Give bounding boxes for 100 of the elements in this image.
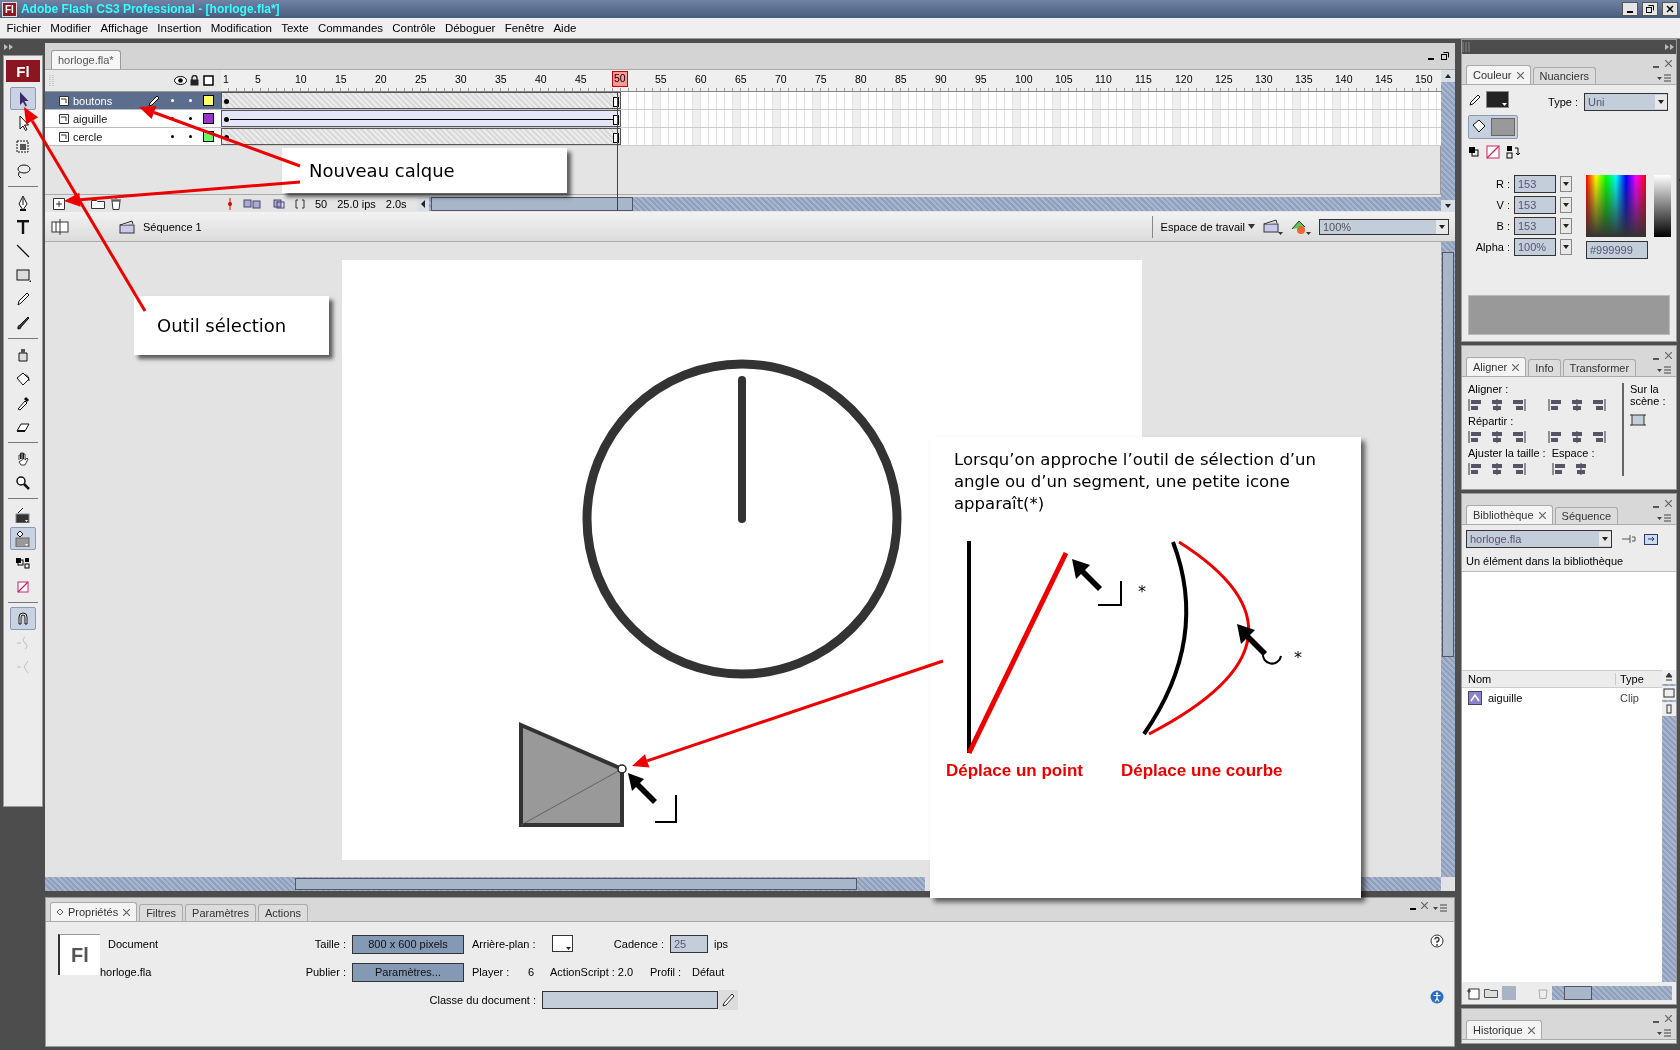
distribute-icon[interactable] — [1489, 430, 1505, 444]
folder-icon[interactable] — [1484, 987, 1498, 999]
channel-field[interactable]: 153 — [1514, 217, 1556, 235]
workspace-menu[interactable]: Espace de travail — [1151, 215, 1255, 238]
menu-item[interactable]: Modification — [206, 22, 277, 34]
color-swatch-icon[interactable] — [552, 935, 574, 953]
scene-menu-icon[interactable] — [1263, 218, 1283, 235]
new-layer-icon[interactable] — [53, 197, 65, 210]
vertical-scrollbar[interactable] — [1662, 670, 1676, 982]
trash-icon[interactable] — [111, 197, 121, 210]
panel-tab[interactable]: Actions — [257, 904, 309, 921]
size-button[interactable]: 800 x 600 pixels — [352, 934, 464, 954]
panel-tab[interactable]: Transformer — [1562, 359, 1637, 376]
type-dropdown[interactable]: Uni — [1584, 93, 1668, 111]
panel-tab[interactable]: Couleur — [1466, 65, 1531, 84]
align-icon[interactable] — [1590, 398, 1606, 412]
folder-icon[interactable] — [91, 198, 105, 209]
panel-tab[interactable]: Nuanciers — [1532, 67, 1597, 84]
new-symbol-icon[interactable] — [1466, 986, 1480, 1000]
panel-tab[interactable]: Historique — [1466, 1020, 1542, 1039]
fill-swatch[interactable] — [1491, 118, 1515, 136]
panel-tab[interactable]: Aligner — [1466, 357, 1527, 376]
scene-name[interactable]: Séquence 1 — [143, 220, 202, 233]
channel-field[interactable]: 153 — [1514, 175, 1556, 193]
align-icon[interactable] — [1510, 398, 1526, 412]
align-icon[interactable] — [1468, 398, 1484, 412]
layer-row[interactable]: aiguille — [45, 110, 221, 128]
menu-item[interactable]: Fichier — [2, 22, 46, 34]
stage-toggle-icon[interactable] — [1630, 413, 1646, 427]
menu-item[interactable]: Déboguer — [440, 22, 501, 34]
layer-row[interactable]: boutons — [45, 92, 221, 110]
no-color-icon[interactable] — [1486, 145, 1500, 159]
brightness-bar[interactable] — [1654, 175, 1671, 237]
timeline-toggle-icon[interactable] — [51, 218, 69, 235]
match-icon[interactable] — [1468, 462, 1484, 476]
vertical-scrollbar[interactable] — [1441, 242, 1455, 877]
distribute-icon[interactable] — [1569, 430, 1585, 444]
frame-rate-field[interactable]: 25 — [670, 935, 708, 953]
fill-color-control[interactable] — [1468, 115, 1518, 139]
zoom-field[interactable]: 100% — [1319, 218, 1449, 235]
expand-icon[interactable] — [1664, 43, 1676, 51]
default-colors-icon[interactable] — [1468, 146, 1480, 158]
panel-tab[interactable]: Filtres — [139, 904, 184, 921]
symbol-menu-icon[interactable] — [1291, 218, 1311, 235]
panel-tab[interactable]: Propriétés — [50, 902, 138, 921]
channel-field[interactable]: 153 — [1514, 196, 1556, 214]
menu-item[interactable]: Fenêtre — [500, 22, 549, 34]
panel-tab[interactable]: Bibliothèque — [1466, 505, 1553, 524]
layer-row[interactable]: cercle — [45, 128, 221, 146]
onion-outline-icon[interactable] — [273, 198, 285, 209]
hex-field[interactable]: #999999 — [1586, 241, 1648, 259]
library-dropdown[interactable]: horloge.fla — [1466, 530, 1612, 548]
horizontal-scrollbar[interactable] — [45, 877, 925, 891]
restore-button[interactable] — [1642, 2, 1658, 16]
menu-item[interactable]: Affichage — [95, 22, 153, 34]
accessibility-icon[interactable] — [1430, 990, 1444, 1004]
menu-item[interactable]: Commandes — [313, 22, 388, 34]
column-header[interactable]: Nom — [1462, 673, 1615, 685]
publish-settings-button[interactable]: Paramètres... — [352, 962, 464, 982]
help-icon[interactable] — [1430, 934, 1444, 948]
match-icon[interactable] — [1510, 462, 1526, 476]
align-icon[interactable] — [1569, 398, 1585, 412]
scroll-up-icon[interactable] — [1441, 70, 1455, 82]
tool-button[interactable] — [10, 87, 36, 110]
playhead-icon[interactable] — [227, 197, 233, 210]
channel-field[interactable]: 100% — [1514, 238, 1556, 256]
align-icon[interactable] — [1489, 398, 1505, 412]
markers-icon[interactable] — [295, 198, 305, 209]
distribute-icon[interactable] — [1590, 430, 1606, 444]
scroll-thumb[interactable] — [430, 196, 633, 211]
minimize-button[interactable] — [1622, 2, 1638, 16]
menu-item[interactable]: Aide — [548, 22, 582, 34]
scroll-down-icon[interactable] — [1441, 200, 1455, 212]
panel-tab[interactable]: Séquence — [1554, 507, 1619, 524]
space-icon[interactable] — [1551, 462, 1568, 476]
scroll-thumb[interactable] — [295, 878, 857, 890]
align-icon[interactable] — [1548, 398, 1564, 412]
horizontal-scrollbar[interactable] — [416, 196, 1441, 211]
distribute-icon[interactable] — [1510, 430, 1526, 444]
menu-item[interactable]: Texte — [276, 22, 314, 34]
distribute-icon[interactable] — [1468, 430, 1484, 444]
color-spectrum[interactable] — [1586, 175, 1646, 237]
new-library-icon[interactable] — [1644, 532, 1660, 546]
document-tab[interactable]: horloge.fla* — [51, 50, 121, 69]
match-icon[interactable] — [1489, 462, 1505, 476]
library-item[interactable]: aiguille Clip — [1462, 688, 1662, 708]
menu-item[interactable]: Modifier — [45, 22, 96, 34]
scroll-thumb[interactable] — [1442, 252, 1454, 657]
horizontal-scrollbar[interactable] — [1552, 986, 1672, 1000]
onion-skin-icon[interactable] — [243, 198, 263, 209]
close-button[interactable] — [1662, 2, 1678, 16]
document-class-field[interactable] — [542, 991, 718, 1009]
panel-tab[interactable]: Paramètres — [185, 904, 256, 921]
panel-tab[interactable]: Info — [1528, 359, 1561, 376]
scroll-thumb[interactable] — [1564, 986, 1592, 1000]
stroke-swatch-icon[interactable] — [1486, 91, 1510, 109]
restore-icon[interactable] — [1441, 52, 1449, 60]
pencil-icon[interactable] — [718, 990, 738, 1010]
menu-item[interactable]: Contrôle — [387, 22, 441, 34]
swap-colors-icon[interactable] — [1506, 145, 1520, 159]
